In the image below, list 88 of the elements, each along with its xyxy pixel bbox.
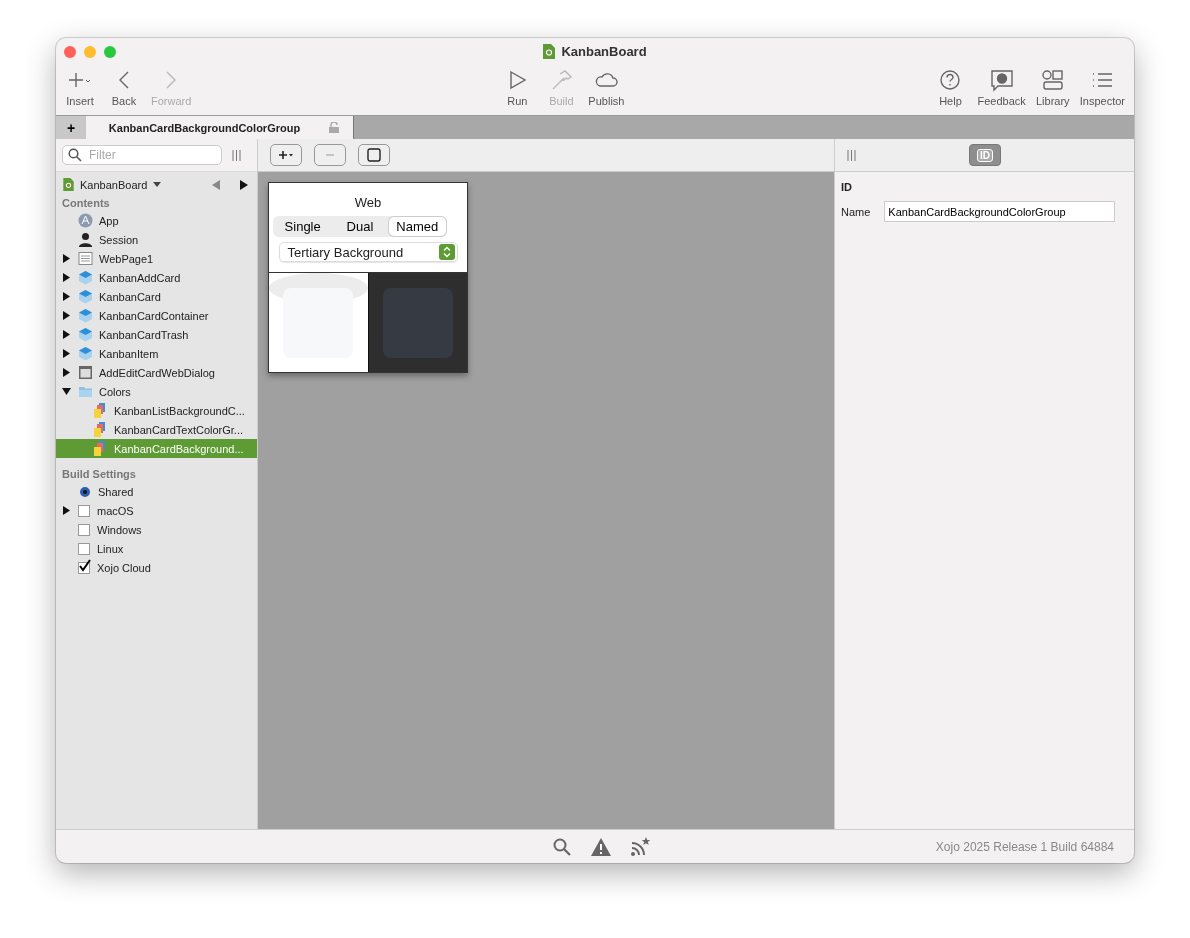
stepper-arrows-icon [438,244,455,260]
checkbox[interactable] [78,523,90,536]
plus-caret-icon [278,150,294,160]
navigator-item[interactable]: KanbanListBackgroundC... [56,401,257,420]
segmented-control[interactable]: Single Dual Named [273,216,447,237]
previous-arrow-icon[interactable] [212,179,220,190]
navigator-item[interactable]: KanbanAddCard [56,268,257,287]
name-field[interactable]: KanbanCardBackgroundColorGroup [884,201,1116,222]
column-handle-icon[interactable] [847,149,856,161]
dialog-window-icon [78,365,93,380]
navigator-item[interactable]: Session [56,230,257,249]
help-button[interactable]: Help [930,64,971,107]
next-arrow-icon[interactable] [240,179,248,190]
web-page-icon [78,251,93,266]
navigator-item[interactable]: KanbanCardTextColorGr... [56,420,257,439]
dropdown-caret-icon[interactable] [153,181,162,188]
radio-button[interactable] [80,486,90,497]
section-heading: Build Settings [61,467,137,482]
navigator-item[interactable]: Colors [56,382,257,401]
segment-option[interactable]: Single [274,217,332,236]
build-target-item[interactable]: Linux [56,539,257,558]
globe-icon [78,213,93,228]
feed-star-icon[interactable] [631,837,651,856]
search-icon [68,148,82,162]
disclosure-triangle-icon[interactable] [62,254,71,263]
feedback-button[interactable]: Feedback [974,64,1029,107]
segment-option[interactable]: Dual [331,217,389,236]
build-target-item[interactable]: Windows [56,520,257,539]
disclosure-triangle-icon[interactable] [62,292,71,301]
cube-icon [78,270,93,285]
checkbox[interactable] [78,504,90,517]
disclosure-triangle-icon[interactable] [62,368,71,377]
run-button[interactable]: Run [497,64,538,107]
warning-icon[interactable] [591,837,611,856]
navigator-item[interactable]: KanbanItem [56,344,257,363]
navigator-item[interactable]: WebPage1 [56,249,257,268]
disclosure-triangle-icon[interactable] [62,349,71,358]
add-button[interactable] [270,144,302,166]
inspector-button[interactable]: Inspector [1076,64,1128,107]
navigator-item[interactable]: KanbanCardTrash [56,325,257,344]
checkbox[interactable] [78,542,90,555]
color-popup-menu[interactable]: Tertiary Background [278,242,458,262]
window-title: KanbanBoard [561,44,647,59]
cube-icon [78,308,93,323]
close-button[interactable] [64,46,76,58]
disclosure-triangle-icon[interactable] [62,387,71,396]
popup-value: Tertiary Background [287,244,404,260]
navigator-item[interactable]: KanbanCard [56,287,257,306]
filter-field[interactable]: Filter [62,145,222,165]
search-icon[interactable] [553,837,571,856]
folder-icon [78,384,93,399]
view-toggle-button[interactable] [358,144,390,166]
project-document-icon [543,44,556,59]
section-heading: Contents [61,196,111,211]
add-tab-button[interactable]: + [56,116,86,139]
publish-button[interactable]: Publish [585,64,628,107]
square-icon [367,148,381,162]
disclosure-triangle-icon[interactable] [62,506,71,515]
cube-icon [78,346,93,361]
disclosure-triangle-icon[interactable] [62,311,71,320]
color-group-icon [93,422,108,437]
back-button[interactable]: Back [104,64,144,107]
color-group-icon [93,403,108,418]
inspector-section-heading: ID [841,181,853,193]
version-text: Xojo 2025 Release 1 Build 64884 [935,839,1114,854]
project-name[interactable]: KanbanBoard [80,178,148,191]
build-target-item[interactable]: macOS [56,501,257,520]
field-label: Name [841,205,871,218]
navigator-item[interactable]: KanbanCardContainer [56,306,257,325]
cube-icon [78,327,93,342]
build-target-item[interactable]: Shared [56,482,257,501]
column-handle-icon[interactable] [232,149,241,161]
library-button[interactable]: Library [1032,64,1073,107]
color-group-icon [93,441,108,456]
tab-title: KanbanCardBackgroundColorGroup [108,121,301,134]
disclosure-triangle-icon[interactable] [62,330,71,339]
disclosure-triangle-icon[interactable] [62,273,71,282]
platform-label: Web [354,195,382,210]
navigator-item[interactable]: AddEditCardWebDialog [56,363,257,382]
checkbox[interactable] [78,561,90,574]
cube-icon [78,289,93,304]
insert-button[interactable]: Insert [60,64,100,107]
navigator-item[interactable]: App [56,211,257,230]
editor-tab[interactable]: KanbanCardBackgroundColorGroup [86,116,354,139]
segment-option[interactable]: Named [388,217,446,236]
person-icon [78,232,93,247]
project-document-icon [63,178,74,191]
build-target-item[interactable]: Xojo Cloud [56,558,257,577]
